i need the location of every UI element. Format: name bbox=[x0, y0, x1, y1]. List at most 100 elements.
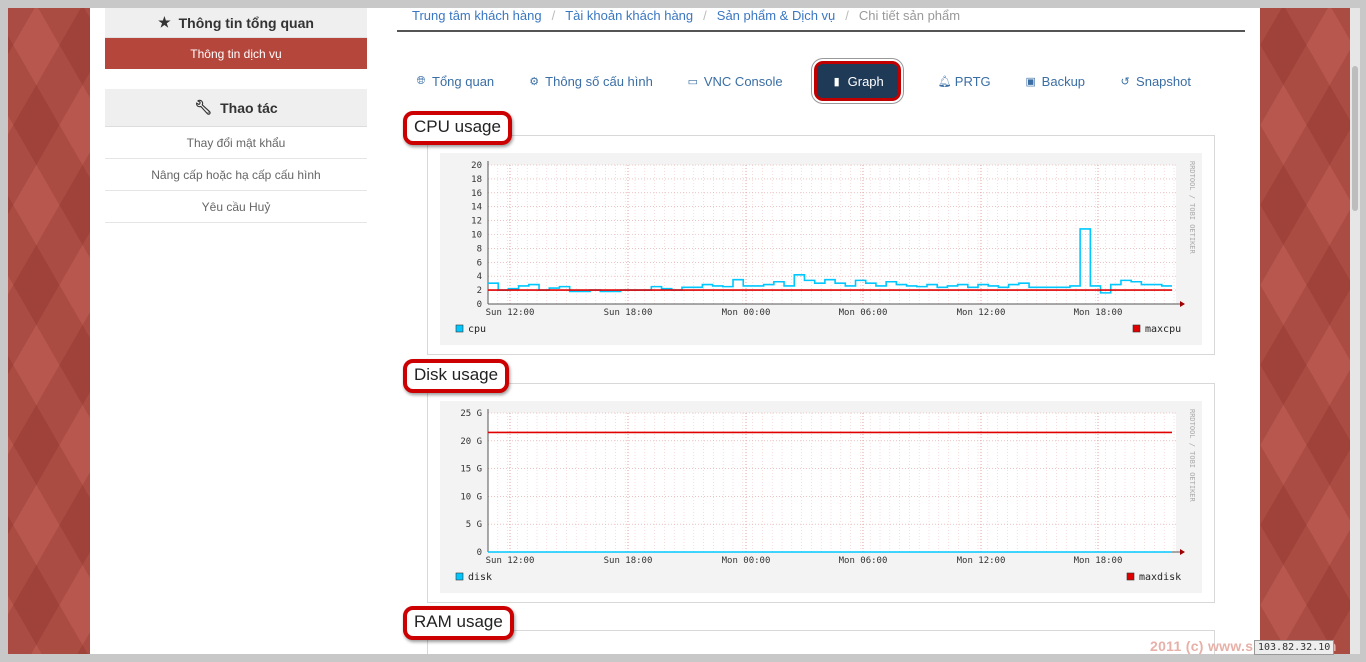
y-tick-label: 10 G bbox=[460, 492, 482, 502]
breadcrumb-separator: / bbox=[845, 8, 849, 23]
tab-prtg[interactable]: 🔔︎ PRTG bbox=[938, 68, 991, 94]
plot-area bbox=[488, 165, 1176, 304]
legend-swatch bbox=[1126, 572, 1135, 581]
tab-bar: 🌐︎ Tổng quan ⚙ Thông số cấu hình ▭ VNC C… bbox=[415, 64, 1225, 98]
legend-swatch bbox=[455, 324, 464, 333]
breadcrumb-products-services[interactable]: Sản phẩm & Dịch vụ bbox=[717, 8, 836, 23]
monitor-icon: ▭ bbox=[687, 75, 699, 88]
y-tick-label: 0 bbox=[477, 300, 482, 310]
bar-chart-icon: ▮ bbox=[833, 75, 840, 88]
globe-icon: 🌐︎ bbox=[416, 74, 426, 87]
sidebar-item-label: Thay đổi mật khẩu bbox=[186, 135, 286, 150]
x-tick-label: Mon 00:00 bbox=[722, 556, 771, 566]
sidebar: ★ Thông tin tổng quan Thông tin dịch vụ … bbox=[105, 8, 367, 223]
y-tick-label: 25 G bbox=[460, 409, 482, 419]
bell-icon: 🔔︎ bbox=[937, 75, 952, 88]
tab-graph[interactable]: ▮ Graph bbox=[816, 64, 898, 98]
window-frame-bottom bbox=[0, 654, 1366, 662]
scrollbar-thumb[interactable] bbox=[1352, 66, 1358, 211]
sidebar-actions-title: Thao tác bbox=[220, 99, 278, 116]
breadcrumb-separator: / bbox=[703, 8, 707, 23]
tab-snapshot[interactable]: ↺ Snapshot bbox=[1119, 68, 1191, 94]
tab-label: VNC Console bbox=[703, 73, 783, 89]
x-tick-label: Mon 00:00 bbox=[722, 308, 771, 318]
x-tick-label: Mon 12:00 bbox=[957, 308, 1006, 318]
tab-label: Thông số cấu hình bbox=[545, 73, 653, 89]
disk-panel: 0 5 G 10 G 15 G 20 G 25 G Sun 12:00 Sun 18:00 Mo… bbox=[427, 383, 1215, 603]
legend-label: maxdisk bbox=[1139, 572, 1181, 583]
breadcrumb: Trung tâm khách hàng / Tài khoản khách h… bbox=[397, 8, 1245, 32]
x-tick-label: Sun 12:00 bbox=[486, 556, 535, 566]
y-tick-label: 12 bbox=[471, 217, 482, 227]
y-tick-label: 18 bbox=[471, 175, 482, 185]
wrench-icon: 🔧︎ bbox=[194, 99, 213, 115]
x-tick-label: Sun 12:00 bbox=[486, 308, 535, 318]
tab-label: Tổng quan bbox=[432, 73, 495, 89]
ip-badge: 103.82.32.10 bbox=[1254, 640, 1335, 655]
y-tick-label: 2 bbox=[477, 286, 482, 296]
cpu-graph: 0 2 4 6 8 10 12 14 16 18 20 Sun 12:00 Sun 18:00 Mon 0… bbox=[440, 153, 1202, 345]
y-tick-label: 5 G bbox=[466, 520, 482, 530]
disk-title-text: Disk usage bbox=[414, 365, 499, 384]
y-tick-label: 8 bbox=[477, 244, 482, 254]
sidebar-overview-title: Thông tin tổng quan bbox=[178, 14, 314, 31]
y-tick-label: 15 G bbox=[460, 465, 482, 475]
ram-panel bbox=[427, 630, 1215, 654]
tab-label: Graph bbox=[847, 73, 884, 89]
x-tick-label: Sun 18:00 bbox=[604, 556, 653, 566]
y-tick-label: 6 bbox=[477, 258, 482, 268]
x-axis-arrow bbox=[1180, 549, 1185, 555]
disk-panel-title: Disk usage bbox=[403, 359, 510, 393]
sidebar-item-service-info[interactable]: Thông tin dịch vụ bbox=[105, 38, 367, 69]
x-tick-label: Sun 18:00 bbox=[604, 308, 653, 318]
main-area: Trung tâm khách hàng / Tài khoản khách h… bbox=[397, 8, 1245, 654]
ram-title-text: RAM usage bbox=[414, 612, 503, 631]
cpu-panel: 0 2 4 6 8 10 12 14 16 18 20 Sun 12:00 Sun 18:00 Mon 0… bbox=[427, 135, 1215, 355]
window-frame-left bbox=[0, 0, 8, 662]
plot-area bbox=[488, 413, 1176, 552]
x-tick-label: Mon 18:00 bbox=[1074, 556, 1123, 566]
tab-backup[interactable]: ▣ Backup bbox=[1025, 68, 1085, 94]
sidebar-item-upgrade[interactable]: Nâng cấp hoặc hạ cấp cấu hình bbox=[105, 159, 367, 191]
ram-panel-title: RAM usage bbox=[403, 606, 514, 640]
tab-label: Snapshot bbox=[1136, 73, 1191, 89]
x-tick-label: Mon 18:00 bbox=[1074, 308, 1123, 318]
breadcrumb-separator: / bbox=[551, 8, 556, 23]
disk-graph: 0 5 G 10 G 15 G 20 G 25 G Sun 12:00 Sun 18:00 Mo… bbox=[440, 401, 1202, 593]
breadcrumb-customer-center[interactable]: Trung tâm khách hàng bbox=[412, 8, 542, 23]
legend-label: disk bbox=[468, 572, 492, 583]
legend-swatch bbox=[455, 572, 464, 581]
cpu-panel-title: CPU usage bbox=[403, 111, 512, 145]
tab-label: Backup bbox=[1041, 73, 1086, 89]
window-frame-top bbox=[0, 0, 1366, 8]
history-icon: ↺ bbox=[1120, 75, 1130, 88]
page-content: ★ Thông tin tổng quan Thông tin dịch vụ … bbox=[90, 8, 1260, 654]
legend-label: cpu bbox=[468, 324, 486, 335]
floppy-icon: ▣ bbox=[1025, 75, 1036, 88]
tab-config[interactable]: ⚙ Thông số cấu hình bbox=[528, 68, 653, 94]
cogs-icon: ⚙ bbox=[529, 75, 540, 88]
tab-overview[interactable]: 🌐︎ Tổng quan bbox=[415, 68, 495, 94]
legend-swatch bbox=[1132, 324, 1141, 333]
y-tick-label: 4 bbox=[477, 272, 482, 282]
breadcrumb-customer-account[interactable]: Tài khoản khách hàng bbox=[565, 8, 693, 23]
sidebar-item-label: Nâng cấp hoặc hạ cấp cấu hình bbox=[151, 167, 321, 182]
sidebar-item-change-password[interactable]: Thay đổi mật khẩu bbox=[105, 127, 367, 159]
sidebar-item-cancel-request[interactable]: Yêu cầu Huỷ bbox=[105, 191, 367, 223]
x-tick-label: Mon 06:00 bbox=[839, 556, 888, 566]
y-tick-label: 14 bbox=[471, 203, 482, 213]
legend-label: maxcpu bbox=[1145, 324, 1181, 335]
tab-label: PRTG bbox=[954, 73, 991, 89]
cpu-title-text: CPU usage bbox=[414, 117, 501, 136]
breadcrumb-current: Chi tiết sản phẩm bbox=[858, 8, 961, 23]
cpu-chart: 0 2 4 6 8 10 12 14 16 18 20 Sun 12:00 Sun 18:00 Mon 0… bbox=[455, 161, 1196, 335]
x-axis-arrow bbox=[1180, 301, 1185, 307]
rrdtool-watermark: RRDTOOL / TOBI OETIKER bbox=[1188, 161, 1196, 255]
sidebar-item-label: Yêu cầu Huỷ bbox=[201, 199, 271, 214]
y-tick-label: 10 bbox=[471, 231, 482, 241]
sidebar-item-label: Thông tin dịch vụ bbox=[190, 46, 282, 61]
star-icon: ★ bbox=[158, 14, 171, 30]
disk-chart: 0 5 G 10 G 15 G 20 G 25 G Sun 12:00 Sun 18:00 Mo… bbox=[455, 409, 1196, 583]
tab-vnc-console[interactable]: ▭ VNC Console bbox=[687, 68, 783, 94]
y-tick-label: 20 G bbox=[460, 437, 482, 447]
